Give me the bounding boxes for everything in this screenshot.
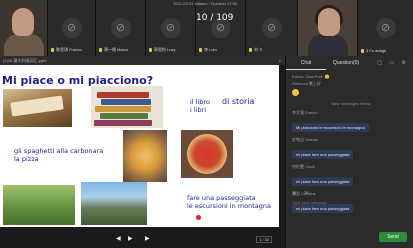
camera-off-icon: ⊘ <box>261 18 282 38</box>
mic-icon <box>149 47 152 52</box>
participant-tile[interactable]: ⊘ 李 Lolo <box>196 0 246 56</box>
mic-icon <box>199 47 202 52</box>
page-indicator[interactable]: 1 / 30 <box>256 236 273 243</box>
close-icon[interactable]: × <box>279 56 281 65</box>
camera-off-icon: ⊘ <box>160 18 181 38</box>
message-sender: 何怡雯 Cecili <box>292 164 315 169</box>
participant-tile[interactable]: ⊘ 刘 Ti <box>246 0 298 56</box>
window-title: 2021-03-01 Italiano I Speaker 17:00 <box>173 1 237 6</box>
slide-text-storia: di storia <box>222 97 255 106</box>
participant-body <box>308 34 348 56</box>
participant-name: 郑一格 Marco <box>104 47 129 52</box>
participant-tile[interactable]: ⊘ 郑一格 Marco <box>96 0 146 56</box>
message-bubble: mi piace fare una passeggiata <box>292 204 354 213</box>
system-line: Fahou: Ciao Prof. 🙂 <box>292 74 330 79</box>
mic-icon <box>361 48 364 53</box>
mic-icon <box>99 47 102 52</box>
hiking-image <box>3 185 75 225</box>
chat-panel: Chat Question(0) ▢ ▭ ⚙ Fahou: Ciao Prof.… <box>285 56 413 248</box>
emoji-icon[interactable]: ☺ ✂ <box>292 190 312 196</box>
message-bubble: mi piace fare una passeggiata <box>292 177 354 186</box>
participant-name: 3 Fu adage <box>366 48 387 53</box>
camera-off-icon: ⊘ <box>110 18 131 38</box>
message-sender: 李文强 Franco <box>292 110 318 115</box>
participant-name: 陈思琪 Franco <box>56 47 82 52</box>
slide-text-spaghetti: gli spaghetti alla carbonara la pizza <box>14 147 104 163</box>
participant-tile-video[interactable] <box>298 0 358 56</box>
file-name: (2)10-意大利语词汇.pptx <box>3 58 47 63</box>
system-line: Rebecca 晚上好 <box>292 81 321 86</box>
slide-text-passeggiata: fare una passeggiata le escursioni in mo… <box>187 194 271 210</box>
previous-slide-button[interactable]: ◀ <box>116 235 121 242</box>
open-book-image <box>3 89 72 127</box>
participant-tile[interactable]: ⊘ 陈思琪 Franco <box>48 0 96 56</box>
participant-tile[interactable]: ⊘ 3 Fu adage <box>358 0 413 56</box>
pizza-image <box>181 130 233 178</box>
next-slide-button[interactable]: ▶ <box>145 235 150 242</box>
participant-body <box>4 34 44 56</box>
participant-name: 李 Lolo <box>204 47 217 52</box>
slide-controls: ◀ ▶ ▶ 1 / 30 <box>0 227 285 248</box>
slide-text-libro: il libro i libri <box>190 98 210 114</box>
smiley-icon <box>292 89 299 96</box>
laser-pointer-icon <box>196 215 201 220</box>
tab-chat[interactable]: Chat <box>286 56 326 70</box>
participant-face <box>318 8 340 36</box>
chat-input[interactable]: Type your message <box>292 200 327 205</box>
message-sender: 史铭洁 Gianan <box>292 137 319 142</box>
presentation-slide: Mi piace o mi piacciono? il libro i libr… <box>0 65 279 227</box>
book-stack-image <box>91 86 163 128</box>
participant-tile-video[interactable] <box>0 0 48 56</box>
tab-questions[interactable]: Question(0) <box>326 56 366 70</box>
participant-counter: 10 / 109 <box>196 13 234 23</box>
participant-tile[interactable]: ⊘ 郭思怡 Lucy <box>146 0 196 56</box>
camera-off-icon: ⊘ <box>375 18 396 38</box>
message-bubble: Mi piacciono le escursioni in montagna <box>292 123 369 132</box>
mic-icon <box>51 47 54 52</box>
new-messages-divider: New messages below <box>331 101 371 106</box>
message-bubble: mi piace fare una passeggiata <box>292 150 354 159</box>
send-button[interactable]: Send <box>379 232 407 242</box>
file-tab[interactable]: (2)10-意大利语词汇.pptx × <box>0 56 285 65</box>
spaghetti-image <box>123 130 167 182</box>
participant-name: 郭思怡 Lucy <box>154 47 176 52</box>
meeting-window: ⊘ 陈思琪 Franco ⊘ 郑一格 Marco ⊘ 郭思怡 Lucy ⊘ 李 … <box>0 0 413 248</box>
mic-icon <box>249 47 252 52</box>
participant-name: 刘 Ti <box>254 47 263 52</box>
participant-strip: ⊘ 陈思琪 Franco ⊘ 郑一格 Marco ⊘ 郭思怡 Lucy ⊘ 李 … <box>0 0 413 56</box>
participant-face <box>12 8 34 36</box>
camera-off-icon: ⊘ <box>61 18 82 38</box>
play-button[interactable]: ▶ <box>128 235 133 242</box>
mountain-hike-image <box>81 182 147 225</box>
chat-window-icons[interactable]: ▢ ▭ ⚙ <box>377 60 409 66</box>
